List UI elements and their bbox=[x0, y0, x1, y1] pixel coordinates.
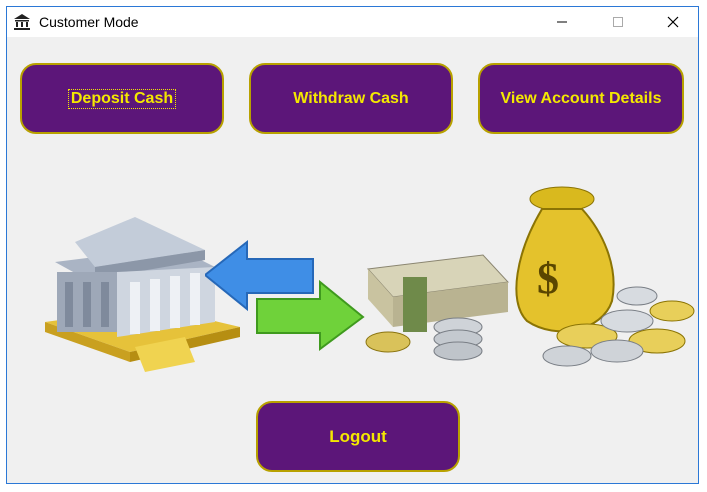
logout-button[interactable]: Logout bbox=[256, 401, 460, 472]
withdraw-cash-label: Withdraw Cash bbox=[293, 89, 409, 107]
view-account-details-label: View Account Details bbox=[500, 89, 662, 107]
money-bag-icon: $ bbox=[515, 186, 695, 367]
close-icon bbox=[667, 16, 679, 28]
cash-stack-icon bbox=[365, 254, 510, 361]
maximize-icon bbox=[613, 17, 623, 27]
withdraw-cash-button[interactable]: Withdraw Cash bbox=[249, 63, 453, 134]
bank-icon bbox=[14, 14, 30, 30]
maximize-button[interactable] bbox=[595, 7, 641, 37]
close-button[interactable] bbox=[650, 7, 696, 37]
view-account-details-button[interactable]: View Account Details bbox=[478, 63, 684, 134]
deposit-cash-label: Deposit Cash bbox=[67, 88, 177, 109]
svg-text:$: $ bbox=[537, 254, 559, 303]
deposit-cash-button[interactable]: Deposit Cash bbox=[20, 63, 224, 134]
logout-label: Logout bbox=[329, 426, 387, 446]
transfer-arrows-icon bbox=[205, 239, 365, 351]
window-title: Customer Mode bbox=[39, 14, 139, 30]
customer-mode-window: Customer Mode Deposit Cash Withdraw Cash… bbox=[6, 6, 699, 484]
minimize-icon bbox=[557, 21, 567, 23]
title-bar[interactable]: Customer Mode bbox=[7, 7, 698, 37]
minimize-button[interactable] bbox=[539, 7, 585, 37]
